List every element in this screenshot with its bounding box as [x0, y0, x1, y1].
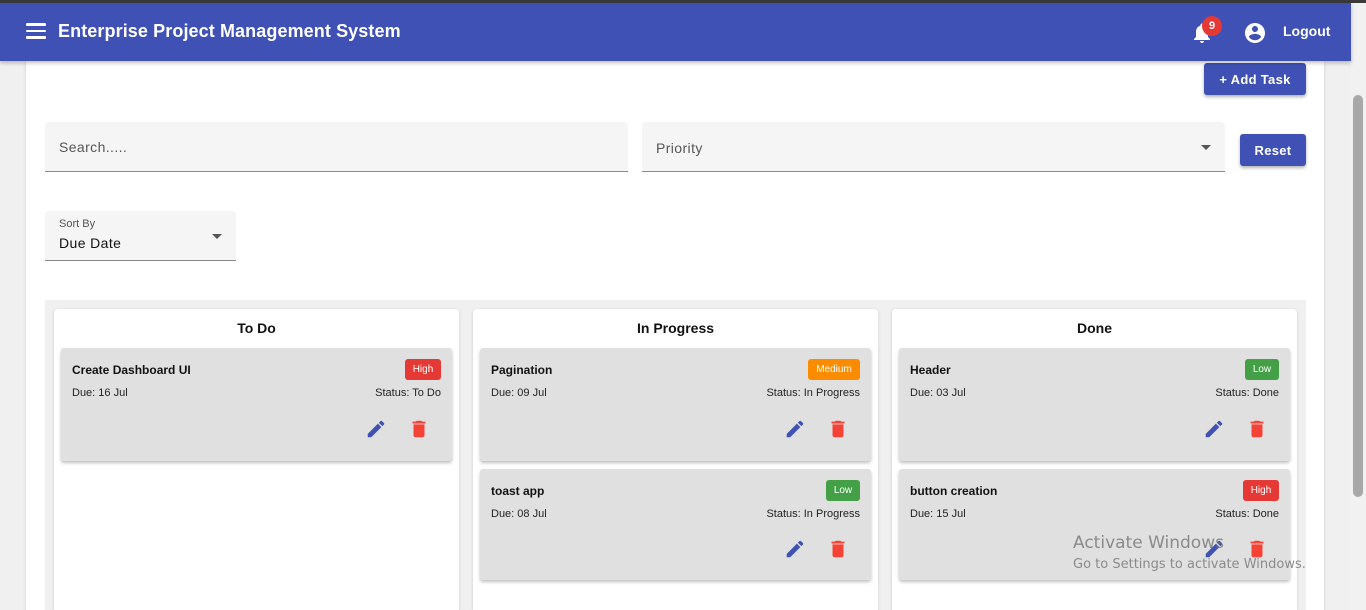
windows-activation-watermark: Activate Windows Go to Settings to activ…	[1073, 533, 1306, 572]
task-title: Header	[910, 363, 951, 377]
task-status: Status: Done	[1215, 508, 1279, 520]
edit-icon[interactable]	[1203, 418, 1225, 440]
dropdown-arrow-icon	[212, 234, 222, 239]
priority-badge: High	[405, 359, 441, 380]
column-title: Done	[1077, 320, 1112, 336]
task-due-date: Due: 08 Jul	[491, 508, 547, 520]
priority-badge: Low	[1245, 359, 1279, 380]
task-card[interactable]: Create Dashboard UI High Due: 16 Jul Sta…	[61, 348, 452, 461]
task-due-date: Due: 09 Jul	[491, 387, 547, 399]
column-in-progress: In Progress Pagination Medium Due: 09 Ju…	[473, 309, 878, 610]
task-title: toast app	[491, 484, 545, 498]
search-field[interactable]	[45, 122, 628, 172]
delete-icon[interactable]	[1246, 418, 1268, 440]
task-title: Create Dashboard UI	[72, 363, 191, 377]
task-status: Status: To Do	[375, 387, 441, 399]
menu-icon[interactable]	[26, 23, 46, 39]
dropdown-arrow-icon	[1201, 145, 1211, 150]
edit-icon[interactable]	[365, 418, 387, 440]
watermark-title: Activate Windows	[1073, 533, 1224, 553]
notification-badge: 9	[1202, 16, 1222, 36]
priority-select[interactable]: Priority	[642, 122, 1225, 172]
sort-by-select[interactable]: Sort By Due Date	[45, 211, 236, 261]
priority-badge: Low	[826, 480, 860, 501]
task-due-date: Due: 16 Jul	[72, 387, 128, 399]
sort-by-label: Sort By	[59, 218, 96, 230]
add-task-button[interactable]: + Add Task	[1204, 63, 1306, 95]
column-title: In Progress	[636, 320, 715, 336]
reset-button[interactable]: Reset	[1240, 134, 1306, 166]
sort-by-value: Due Date	[59, 235, 122, 251]
watermark-subtitle: Go to Settings to activate Windows.	[1073, 557, 1306, 572]
task-status: Status: In Progress	[766, 508, 860, 520]
task-due-date: Due: 03 Jul	[910, 387, 966, 399]
task-card[interactable]: Pagination Medium Due: 09 Jul Status: In…	[480, 348, 871, 461]
app-bar: Enterprise Project Management System 9 L…	[0, 3, 1351, 61]
priority-badge: High	[1243, 480, 1279, 501]
column-title: To Do	[237, 320, 276, 336]
search-input[interactable]	[59, 136, 599, 158]
edit-icon[interactable]	[784, 418, 806, 440]
account-circle-icon[interactable]	[1243, 21, 1267, 45]
delete-icon[interactable]	[827, 418, 849, 440]
task-due-date: Due: 15 Jul	[910, 508, 966, 520]
logout-button[interactable]: Logout	[1283, 23, 1330, 39]
task-status: Status: Done	[1215, 387, 1279, 399]
app-title: Enterprise Project Management System	[58, 21, 401, 41]
scrollbar-thumb[interactable]	[1353, 95, 1363, 497]
delete-icon[interactable]	[827, 538, 849, 560]
priority-placeholder: Priority	[656, 140, 703, 156]
delete-icon[interactable]	[408, 418, 430, 440]
priority-badge: Medium	[808, 359, 860, 380]
task-card[interactable]: toast app Low Due: 08 Jul Status: In Pro…	[480, 469, 871, 580]
task-card[interactable]: Header Low Due: 03 Jul Status: Done	[899, 348, 1290, 461]
task-title: button creation	[910, 484, 998, 498]
task-status: Status: In Progress	[766, 387, 860, 399]
column-todo: To Do Create Dashboard UI High Due: 16 J…	[54, 309, 459, 610]
edit-icon[interactable]	[784, 538, 806, 560]
task-title: Pagination	[491, 363, 553, 377]
